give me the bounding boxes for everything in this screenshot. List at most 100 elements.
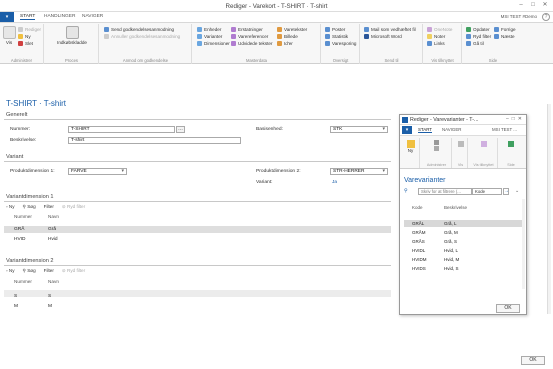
dialog-new-button[interactable]: Ny [402,148,419,153]
refresh-button[interactable]: Opdater [466,27,490,32]
chevron-down-icon[interactable]: ⌄ [515,188,519,194]
refresh-icon[interactable] [508,141,514,147]
base-unit-select[interactable]: STK [330,126,388,133]
description-field[interactable]: T-shirt [68,137,241,144]
vdim1-col-name[interactable]: Navn [48,214,59,219]
onenote-icon[interactable] [480,141,487,147]
dialog-tab-naviger[interactable]: NAVIGER [442,127,461,132]
vdim2-row2-number[interactable]: M [14,304,18,309]
list-item[interactable]: HVIDS Hvid, S [404,265,522,272]
dialog-file-menu-button[interactable]: ▾ [402,126,412,134]
purchase-journal-button[interactable]: Indkøbskladde [55,26,89,45]
general-section-header[interactable]: Generelt [4,111,391,120]
main-scrollbar[interactable] [547,104,551,314]
variant-value-link[interactable]: Ja [332,180,337,185]
view-icon[interactable] [457,141,464,147]
vdim2-col-name[interactable]: Navn [48,279,59,284]
vdim1-row2-name[interactable]: Hvid [48,237,58,242]
vdim1-new-button[interactable]: ▫ Ny [6,204,15,210]
delete-icon[interactable] [434,146,439,151]
new-button[interactable]: Ny [18,34,31,39]
dialog-col-description[interactable]: Beskrivelse [444,205,467,210]
edit-button[interactable]: Rediger [18,27,41,32]
edit-icon[interactable] [434,140,439,145]
word-button[interactable]: Microsoft Word [364,34,402,39]
cancel-approval-button[interactable]: Annuller godkendelsesanmodning [104,34,180,39]
vdim1-row2-number[interactable]: HVID [14,237,25,242]
vdim1-row1-number[interactable]: GRÅ [14,227,24,232]
vdim2-filter-button[interactable]: Filter [44,268,54,274]
table-row-selected[interactable] [4,226,391,233]
ids-button[interactable]: Id'er [277,41,293,46]
group-label: Side [507,163,515,167]
statistics-button[interactable]: Statistik [325,34,348,39]
vdim1-col-number[interactable]: Nummer [14,214,32,219]
goto-button[interactable]: Gå til [466,41,484,46]
dialog-col-code[interactable]: Kode [412,205,423,210]
maximize-icon[interactable]: □ [527,1,539,10]
entries-button[interactable]: Poster [325,27,345,32]
variants-icon [197,34,202,39]
variants-button[interactable]: Varianter [197,34,222,39]
dialog-search-input[interactable]: Skriv for at filtrere (... [418,188,472,195]
dialog-search-field-select[interactable]: Kode [472,188,502,195]
list-item[interactable]: GRÅS Grå, S [404,238,522,245]
assist-edit-button[interactable]: … [176,126,185,133]
dialog-tab-start[interactable]: START [418,127,432,133]
vdim2-new-button[interactable]: ▫ Ny [6,268,15,274]
variant-section-header[interactable]: Variant [4,153,391,162]
variant-dim2-header[interactable]: Variantdimension 2 [4,257,391,266]
dimensions-button[interactable]: Dimensioner [197,41,230,46]
product-dim1-select[interactable]: FARVE [68,168,127,175]
vdim1-clear-filter-button[interactable]: ⊘ Ryd filter [62,204,85,210]
clear-filter-button[interactable]: Ryd filter [466,34,491,39]
extended-texts-button[interactable]: Udvidede tekster [231,41,272,46]
notes-button[interactable]: Noter [427,34,445,39]
help-icon[interactable]: ? [542,13,550,21]
item-tracking-button[interactable]: Varesporing [325,41,356,46]
vdim2-search-button[interactable]: ⚲ Søg [23,268,36,274]
vdim2-row2-name[interactable]: M [48,304,52,309]
ok-button[interactable]: OK [521,356,545,365]
file-menu-button[interactable]: ▾ [0,12,14,22]
vdim2-row1-name[interactable]: S [48,294,51,299]
mail-attachment-button[interactable]: Mail som vedhæftet fil [364,27,416,32]
vdim1-search-button[interactable]: ⚲ Søg [23,204,36,210]
vdim2-row1-number[interactable]: S [14,294,17,299]
vdim2-clear-filter-button[interactable]: ⊘ Ryd filter [62,268,85,274]
number-field[interactable]: T-SHIRT [68,126,175,133]
variant-dim1-header[interactable]: Variantdimension 1 [4,193,391,202]
dialog-ok-button[interactable]: OK [496,304,520,313]
tab-naviger[interactable]: NAVIGER [82,14,103,19]
picture-button[interactable]: Billede [277,34,298,39]
onenote-button[interactable]: OneNote [427,27,452,32]
units-button[interactable]: Enheder [197,27,221,32]
product-dim2-select[interactable]: STR-HERRER [330,168,388,175]
list-item[interactable]: HVIDL Hvid, L [404,247,522,254]
tab-handlinger[interactable]: HANDLINGER [44,14,75,19]
vdim2-col-number[interactable]: Nummer [14,279,32,284]
table-row-selected[interactable] [4,290,391,297]
search-icon[interactable]: ⚲ [404,188,408,194]
vdim1-filter-button[interactable]: Filter [44,204,54,210]
delete-button[interactable]: Slet [18,41,33,46]
item-references-button[interactable]: Varereferencer [231,34,268,39]
substitutes-button[interactable]: Erstatninger [231,27,263,32]
dialog-scrollbar[interactable] [522,199,525,289]
item-texts-button[interactable]: Varetekster [277,27,307,32]
list-item[interactable]: GRÅL Grå, L [404,220,522,227]
send-approval-button[interactable]: Send godkendelsesanmodning [104,27,174,32]
vdim1-row1-name[interactable]: Grå [48,227,56,232]
vis-button[interactable]: Vis [2,26,16,45]
tab-start[interactable]: START [20,14,36,20]
row-code: HVIDL [412,248,426,253]
close-icon[interactable]: ✕ [539,1,551,10]
list-item[interactable]: GRÅM Grå, M [404,229,522,236]
previous-button[interactable]: Forrige [494,27,516,32]
search-go-icon[interactable]: → [503,188,509,195]
next-button[interactable]: Næste [494,34,515,39]
links-button[interactable]: Links [427,41,445,46]
minimize-icon[interactable]: – [515,1,527,10]
dialog-window-controls[interactable]: –□✕ [506,116,525,122]
list-item[interactable]: HVIDM Hvid, M [404,256,522,263]
